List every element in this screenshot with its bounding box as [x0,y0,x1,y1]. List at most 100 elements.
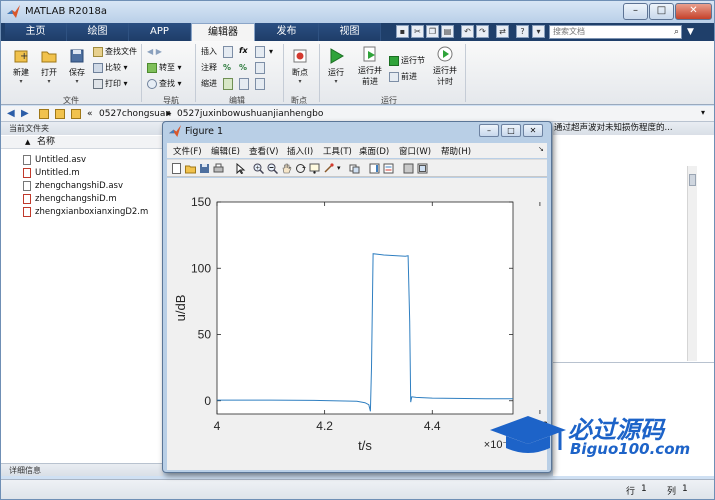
nav-forward-icon[interactable]: ▶ [156,47,162,56]
details-panel-bar[interactable]: 详细信息 [1,463,163,476]
nav-back-icon[interactable]: ◀ [147,47,153,56]
menu-window[interactable]: 窗口(W) [399,145,431,157]
quick-switch-icon[interactable]: ⇄ [496,25,509,38]
tab-publish[interactable]: 发布 [255,23,319,41]
menu-tools[interactable]: 工具(T) [323,145,352,157]
nav-back-forward[interactable]: ◀ ▶ [147,46,162,58]
fx-icon[interactable]: fx [239,45,248,57]
insert-dropdown-icon[interactable]: ▾ [269,46,273,58]
tab-editor[interactable]: 编辑器 [191,23,255,41]
breadcrumb-item[interactable]: 0527juxinbowushuanjianhengbo [177,108,323,120]
breadcrumb-overflow[interactable]: « [87,108,93,120]
name-column-header[interactable]: ▲ 名称 [1,136,163,149]
file-item[interactable]: zhengchangshiD.m [23,193,117,205]
new-button[interactable]: + 新建 ▾ [9,47,33,85]
zoom-out-icon[interactable] [267,163,278,174]
quick-cut-icon[interactable]: ✂ [411,25,424,38]
open-file-icon[interactable] [185,163,196,174]
brush-icon[interactable] [323,163,334,174]
maximize-button[interactable]: □ [649,3,674,20]
new-figure-icon[interactable] [171,163,182,174]
run-and-time-button[interactable]: 运行并 计时 [431,45,459,87]
filter-icon[interactable]: ▼ [687,25,711,39]
uncomment-icon[interactable]: % [239,62,247,74]
open-button[interactable]: 打开 ▾ [37,47,61,85]
insert-button[interactable]: 插入 [201,46,217,58]
save-figure-icon[interactable] [199,163,210,174]
quick-save-icon[interactable]: ▪ [396,25,409,38]
breadcrumb-item[interactable]: 0527chongsuan [99,108,171,120]
advance-button[interactable]: 前进 [389,71,417,83]
forward-icon[interactable]: ▶ [21,108,29,120]
search-input[interactable]: 搜索文档 ⌕ [549,25,682,39]
brush-dropdown-icon[interactable]: ▾ [337,163,348,174]
menu-edit[interactable]: 编辑(E) [211,145,240,157]
up-folder-icon[interactable] [39,109,49,119]
close-button[interactable]: ✕ [675,3,712,20]
editor-vertical-scrollbar[interactable] [687,166,697,361]
figure-maximize-button[interactable]: □ [501,124,521,137]
zoom-in-icon[interactable]: + [253,163,264,174]
smart-indent-icon[interactable] [223,78,233,90]
figure-close-button[interactable]: ✕ [523,124,543,137]
back-icon[interactable]: ◀ [7,108,15,120]
menu-desktop[interactable]: 桌面(D) [359,145,389,157]
browse-folder-icon[interactable] [55,109,65,119]
file-item[interactable]: Untitled.m [23,167,80,179]
dock-icon[interactable] [417,163,428,174]
menu-insert[interactable]: 插入(I) [287,145,313,157]
goto-button[interactable]: 转至 ▾ [147,62,182,74]
save-button[interactable]: 保存 ▾ [65,47,89,85]
menu-dock-arrow-icon[interactable]: ↘ [538,145,544,153]
wrap-comments-icon[interactable] [255,62,265,74]
file-item[interactable]: Untitled.asv [23,154,86,166]
comment-button[interactable]: 注释 [201,62,217,74]
quick-copy-icon[interactable]: ❐ [426,25,439,38]
sort-icon[interactable]: ▲ [25,136,30,149]
print-figure-icon[interactable] [213,163,224,174]
decrease-indent-icon[interactable] [255,78,265,90]
comment-icon[interactable]: % [223,62,231,74]
quick-help-icon[interactable]: ? [516,25,529,38]
pointer-icon[interactable] [235,163,246,174]
address-dropdown-icon[interactable]: ▾ [701,108,705,117]
quick-redo-icon[interactable]: ↷ [476,25,489,38]
datacursor-icon[interactable] [309,163,320,174]
indent-button[interactable]: 缩进 [201,78,217,90]
rotate-icon[interactable] [295,163,306,174]
print-button[interactable]: 打印 ▾ [93,78,128,90]
legend-icon[interactable] [383,163,394,174]
compare-button[interactable]: 比较 ▾ [93,62,128,74]
menu-file[interactable]: 文件(F) [173,145,202,157]
breadcrumb-separator-icon[interactable]: ▸ [167,108,172,120]
find-button[interactable]: 查找 ▾ [147,78,182,90]
tab-apps[interactable]: APP [129,23,191,41]
run-and-advance-button[interactable]: 运行并 前进 [353,45,387,87]
tab-home[interactable]: 主页 [5,23,67,41]
quick-dropdown-icon[interactable]: ▾ [532,25,545,38]
quick-undo-icon[interactable]: ↶ [461,25,474,38]
scrollbar-thumb[interactable] [689,174,696,186]
insert-function-icon[interactable] [255,46,265,58]
tab-plots[interactable]: 绘图 [67,23,129,41]
run-section-button[interactable]: 运行节 [389,55,425,67]
file-item[interactable]: zhengchangshiD.asv [23,180,123,192]
run-button[interactable]: 运行 ▾ [323,47,349,85]
colorbar-icon[interactable] [369,163,380,174]
pan-icon[interactable] [281,163,292,174]
search-icon[interactable]: ⌕ [674,26,679,38]
hide-tools-icon[interactable] [403,163,414,174]
find-files-button[interactable]: 查找文件 [93,46,137,58]
menu-help[interactable]: 帮助(H) [441,145,471,157]
tab-view[interactable]: 视图 [319,23,381,41]
increase-indent-icon[interactable] [239,78,249,90]
link-icon[interactable] [349,163,360,174]
quick-paste-icon[interactable]: ▤ [441,25,454,38]
insert-section-icon[interactable] [223,46,233,58]
file-item[interactable]: zhengxianboxianxingD2.m [23,206,148,218]
status-bar: 行 1 列 1 [1,479,714,499]
figure-minimize-button[interactable]: – [479,124,499,137]
menu-view[interactable]: 查看(V) [249,145,278,157]
breakpoints-button[interactable]: 断点 ▾ [287,47,313,85]
minimize-button[interactable]: – [623,3,648,20]
